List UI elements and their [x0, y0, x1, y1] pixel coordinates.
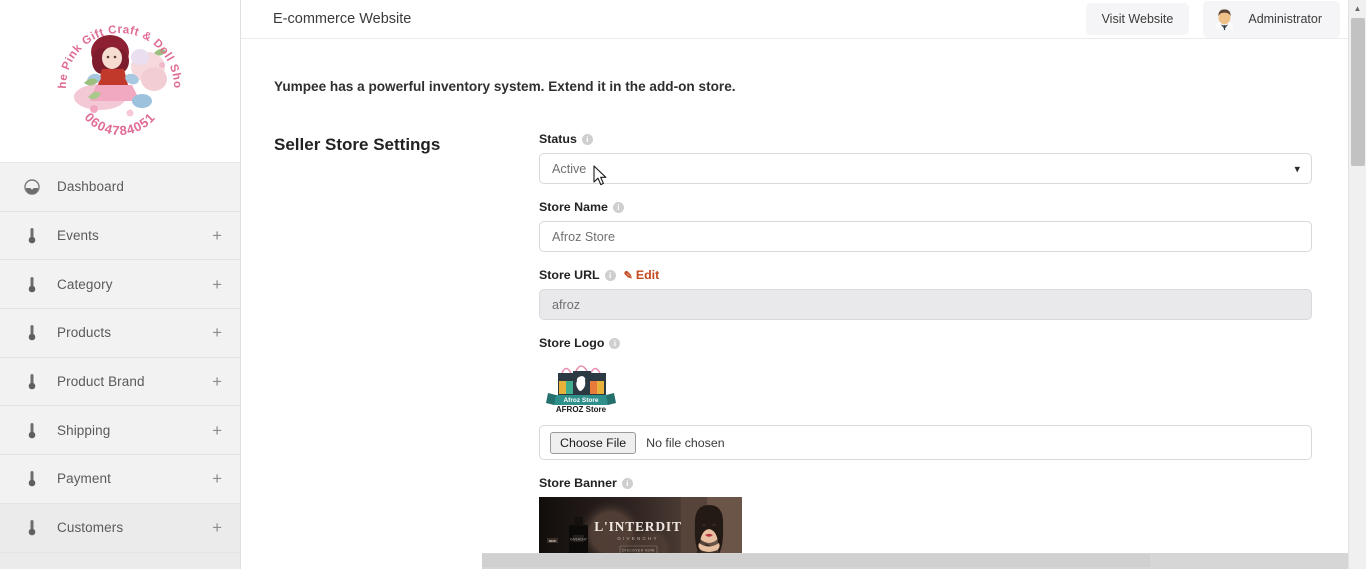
thermometer-icon	[22, 422, 42, 439]
status-select[interactable]: Active ▾	[539, 153, 1312, 184]
promo-text: Yumpee has a powerful inventory system. …	[274, 79, 736, 94]
info-icon[interactable]: i	[621, 477, 633, 489]
choose-file-button[interactable]: Choose File	[550, 431, 637, 454]
chevron-down-icon: ▾	[1294, 163, 1300, 175]
sidebar-expand-icon[interactable]: +	[212, 519, 222, 536]
topbar: E-commerce Website Visit Website Adminis…	[241, 0, 1366, 39]
app-root: The Pink Gift Craft & Doll Shop 06047840…	[0, 0, 1366, 569]
content-area: Yumpee has a powerful inventory system. …	[241, 39, 1366, 569]
horizontal-scrollbar-thumb[interactable]	[482, 554, 1150, 567]
store-logo-file-input[interactable]: Choose File No file chosen	[539, 425, 1312, 460]
info-icon[interactable]: i	[604, 269, 616, 281]
thermometer-icon	[22, 324, 42, 341]
store-url-input[interactable]: afroz	[539, 289, 1312, 320]
pencil-square-icon: ✎	[623, 269, 633, 282]
sidebar-item-payment[interactable]: Payment +	[0, 455, 240, 504]
store-name-label: Store Name	[539, 200, 608, 214]
edit-label: Edit	[635, 268, 660, 282]
sidebar-item-label: Payment	[57, 471, 111, 487]
store-name-value: Afroz Store	[552, 229, 615, 244]
thermometer-icon	[22, 276, 42, 293]
afroz-store-logo: Afroz Store AFROZ Store	[546, 357, 1312, 415]
sidebar-item-products[interactable]: Products +	[0, 309, 240, 358]
store-logo-label: Store Logo	[539, 336, 605, 350]
store-banner-label: Store Banner	[539, 476, 617, 490]
page-title: E-commerce Website	[273, 11, 412, 27]
store-url-value: afroz	[552, 297, 580, 312]
svg-text:L'INTERDIT: L'INTERDIT	[594, 519, 682, 534]
sidebar-expand-icon[interactable]: +	[212, 470, 222, 487]
store-banner-label-row: Store Banner i	[539, 476, 1312, 490]
status-label: Status	[539, 132, 577, 146]
sidebar-expand-icon[interactable]: +	[212, 276, 222, 293]
sidebar-expand-icon[interactable]: +	[212, 324, 222, 341]
svg-text:NEW: NEW	[549, 539, 556, 543]
sidebar-item-label: Products	[57, 325, 112, 341]
sidebar-item-events[interactable]: Events +	[0, 211, 240, 261]
info-icon[interactable]: i	[581, 133, 593, 145]
thermometer-icon	[22, 373, 42, 390]
visit-website-button[interactable]: Visit Website	[1085, 3, 1190, 35]
svg-text:DISCOVER NOW: DISCOVER NOW	[622, 549, 655, 553]
sidebar-item-label: Product Brand	[57, 374, 145, 390]
sidebar-expand-icon[interactable]: +	[212, 227, 222, 244]
store-url-label: Store URL	[539, 268, 600, 282]
settings-fields: Status i Active ▾ Store Name i Afroz Sto…	[539, 132, 1312, 569]
seller-store-settings-section: Seller Store Settings Status i Active ▾	[274, 132, 1366, 569]
field-store-name: Store Name i Afroz Store	[539, 200, 1312, 252]
store-name-label-row: Store Name i	[539, 200, 1312, 214]
store-name-input[interactable]: Afroz Store	[539, 221, 1312, 252]
info-icon[interactable]: i	[612, 201, 624, 213]
sidebar-item-label: Events	[57, 228, 99, 244]
sidebar-item-label: Shipping	[57, 422, 111, 438]
store-logo-label-row: Store Logo i	[539, 336, 1312, 350]
section-title: Seller Store Settings	[274, 135, 441, 154]
sidebar-item-dashboard[interactable]: Dashboard	[0, 163, 240, 212]
sidebar-item-category[interactable]: Category +	[0, 260, 240, 310]
sidebar-item-shipping[interactable]: Shipping +	[0, 406, 240, 456]
sidebar: The Pink Gift Craft & Doll Shop 06047840…	[0, 0, 241, 569]
info-icon[interactable]: i	[609, 337, 621, 349]
sidebar-logo[interactable]: The Pink Gift Craft & Doll Shop 06047840…	[0, 0, 240, 163]
thermometer-icon	[22, 227, 42, 244]
sidebar-expand-icon[interactable]: +	[212, 422, 222, 439]
svg-text:GIVENCHY: GIVENCHY	[617, 536, 659, 541]
horizontal-scrollbar[interactable]	[482, 553, 1366, 569]
field-store-url: Store URL i ✎ Edit afroz	[539, 268, 1312, 320]
user-avatar-icon	[1211, 5, 1238, 33]
sidebar-item-label: Customers	[57, 520, 124, 536]
admin-label: Administrator	[1248, 12, 1322, 26]
vertical-scrollbar-thumb[interactable]	[1351, 18, 1365, 166]
status-value: Active	[552, 161, 587, 176]
sidebar-item-label: Category	[57, 276, 113, 292]
store-url-label-row: Store URL i ✎ Edit	[539, 268, 1312, 282]
scroll-up-arrow-icon[interactable]: ▲	[1349, 0, 1366, 17]
status-label-row: Status i	[539, 132, 1312, 146]
thermometer-icon	[22, 519, 42, 536]
thermometer-icon	[22, 470, 42, 487]
doll-shop-logo: The Pink Gift Craft & Doll Shop 06047840…	[44, 5, 196, 157]
field-status: Status i Active ▾	[539, 132, 1312, 184]
sidebar-item-customers[interactable]: Customers +	[0, 503, 240, 553]
sidebar-item-partial[interactable]	[0, 552, 240, 569]
vertical-scrollbar[interactable]: ▲	[1348, 0, 1366, 569]
sidebar-expand-icon[interactable]: +	[212, 373, 222, 390]
svg-text:GIVENCHY: GIVENCHY	[570, 538, 588, 542]
main-area: E-commerce Website Visit Website Adminis…	[241, 0, 1366, 569]
no-file-chosen-label: No file chosen	[646, 435, 725, 450]
admin-menu-button[interactable]: Administrator	[1203, 0, 1340, 38]
field-store-logo: Store Logo i Afroz Store AFROZ Store Cho…	[539, 336, 1312, 460]
svg-text:AFROZ Store: AFROZ Store	[556, 405, 607, 414]
dashboard-icon	[22, 179, 42, 195]
doll-shop-logo-svg: The Pink Gift Craft & Doll Shop 06047840…	[44, 5, 194, 155]
store-url-edit-link[interactable]: ✎ Edit	[624, 268, 660, 282]
sidebar-item-product-brand[interactable]: Product Brand +	[0, 357, 240, 407]
svg-text:Afroz Store: Afroz Store	[563, 397, 598, 404]
sidebar-item-label: Dashboard	[57, 179, 124, 195]
